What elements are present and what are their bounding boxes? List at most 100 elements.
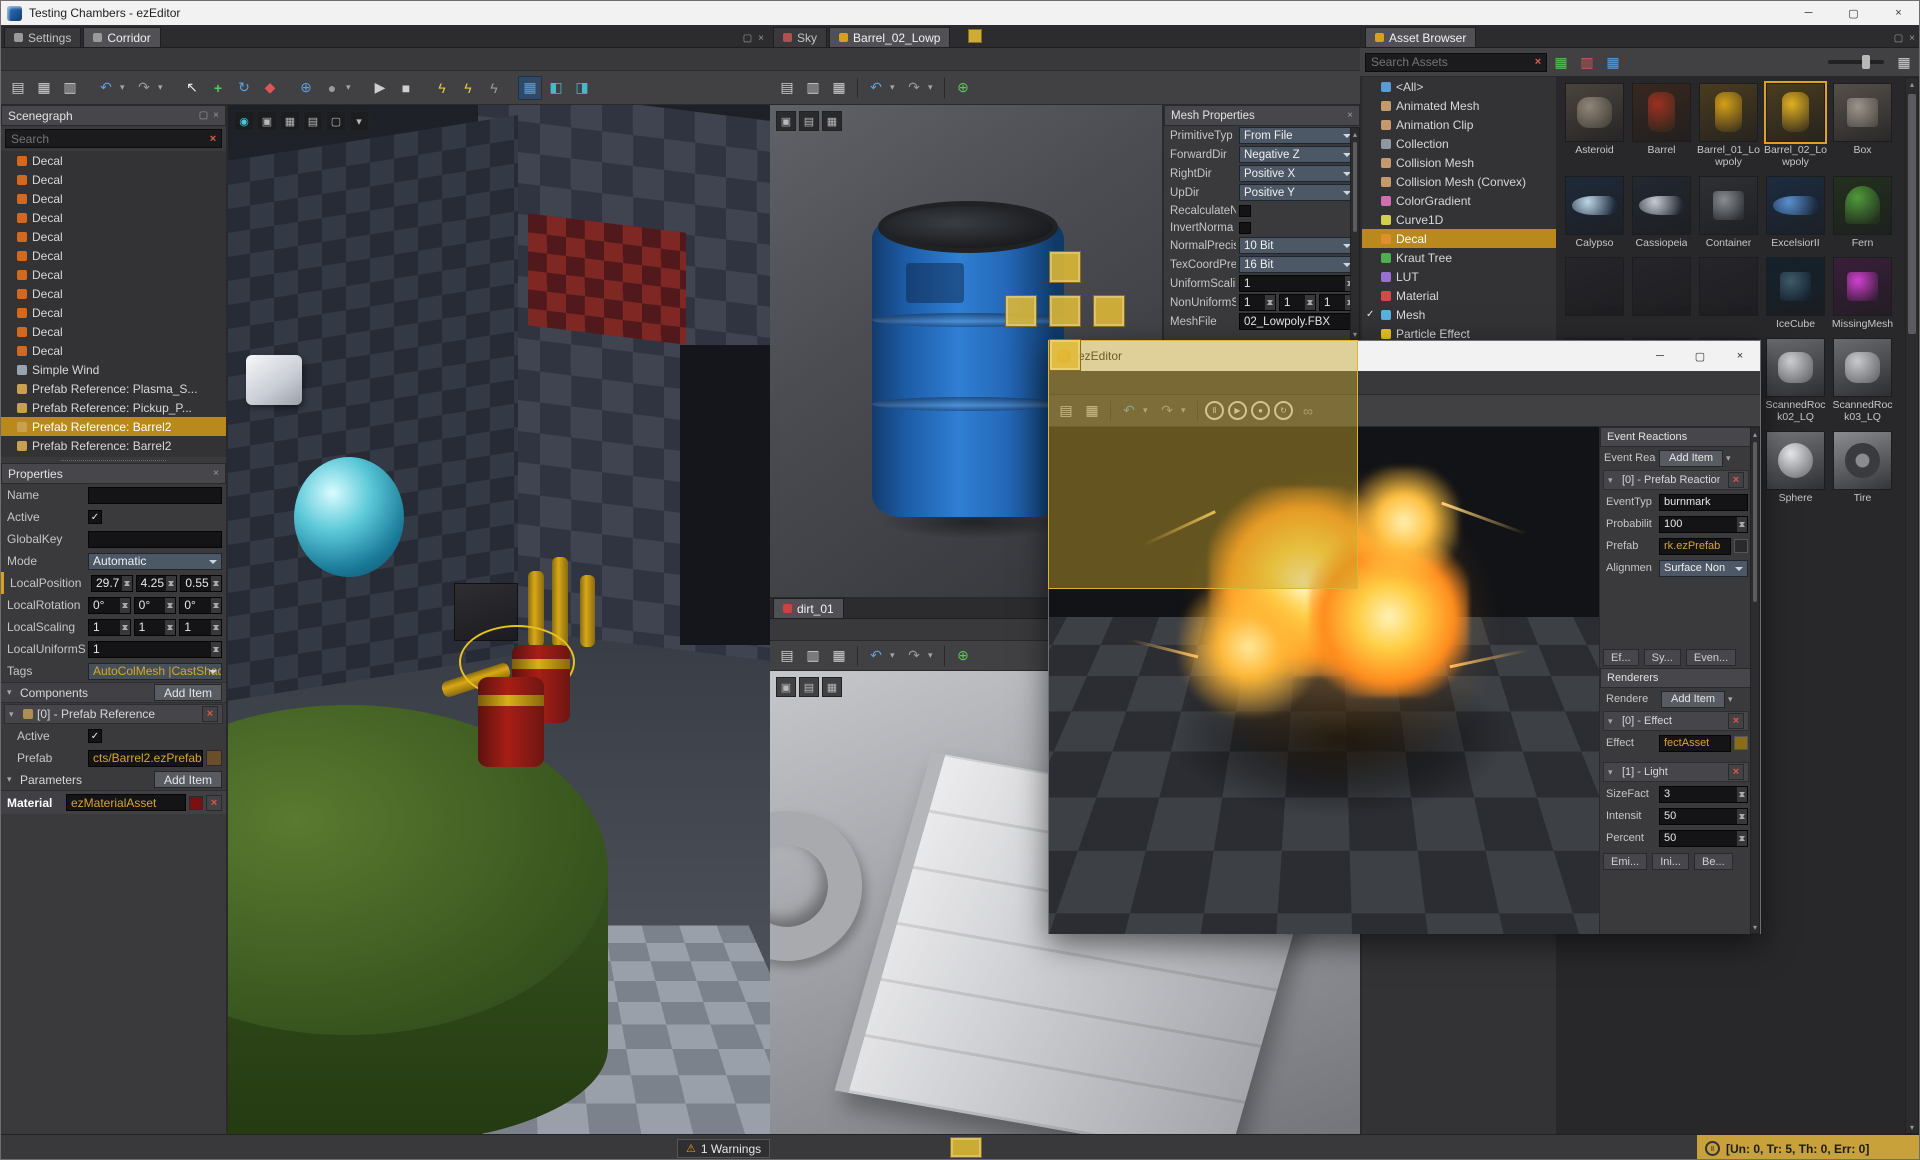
copy-icon[interactable]: ▥ (801, 76, 825, 100)
grid-toggle-icon[interactable]: ▦ (518, 75, 542, 100)
asset-filter-item[interactable]: Decal (1362, 229, 1556, 248)
menu[interactable] (117, 56, 133, 62)
undo-caret-icon[interactable]: ▾ (890, 82, 900, 93)
menu[interactable] (69, 56, 85, 62)
open-icon[interactable]: ▦ (827, 76, 851, 100)
asset-item[interactable]: ExcelsiorII (1763, 176, 1828, 249)
render-mode-icon[interactable]: ▣ (257, 111, 277, 131)
menu[interactable] (822, 56, 838, 62)
add-renderer-button[interactable]: Add Item (1661, 690, 1726, 708)
asset-filter-item[interactable]: Collision Mesh (1362, 153, 1556, 172)
menu[interactable] (806, 627, 822, 633)
remove-material-icon[interactable]: × (206, 794, 222, 811)
effect-renderer-group[interactable]: ▾ [0] - Effect × (1603, 711, 1749, 731)
dock-hint-right[interactable] (1093, 295, 1125, 327)
prefab-browse-button[interactable] (1734, 539, 1748, 553)
camera-icon[interactable]: ◉ (234, 111, 254, 131)
scenegraph-item[interactable]: Prefab Reference: Pickup_P... (1, 398, 226, 417)
search-input[interactable] (6, 131, 205, 146)
effect-asset-field[interactable]: fectAsset (1659, 734, 1731, 752)
scene-tab[interactable]: Settings (4, 27, 82, 47)
stop-icon[interactable]: ■ (394, 76, 418, 100)
scenegraph-item[interactable]: Decal (1, 322, 226, 341)
light-renderer-group[interactable]: ▾ [1] - Light × (1603, 762, 1749, 782)
scenegraph-item[interactable]: Decal (1, 265, 226, 284)
simulate-icon[interactable]: ϟ (430, 76, 454, 100)
dock-hint-bottom-bar[interactable] (950, 1137, 982, 1158)
nonuniform-x[interactable]: 1 (1239, 294, 1276, 311)
asset-item[interactable]: Barrel_02_Lowpoly (1763, 81, 1828, 168)
asset-item[interactable]: Asteroid (1562, 83, 1627, 168)
asset-filter-item[interactable]: Curve1D (1362, 210, 1556, 229)
prefab-browse-button[interactable] (206, 750, 222, 766)
asset-filter-item[interactable]: Collection (1362, 134, 1556, 153)
asset-item[interactable]: ScannedRock02_LQ (1763, 338, 1828, 423)
dock-hint-left[interactable] (1005, 295, 1037, 327)
asset-search[interactable]: × (1365, 52, 1547, 72)
menu[interactable] (822, 627, 838, 633)
up-dir-dropdown[interactable]: Positive Y (1239, 184, 1356, 201)
asset-item[interactable]: Cassiopeia (1629, 176, 1694, 249)
asset-item[interactable]: Barrel_01_Lowpoly (1696, 83, 1761, 168)
percent-spin[interactable]: 50 (1659, 829, 1748, 847)
forward-dir-dropdown[interactable]: Negative Z (1239, 146, 1356, 163)
asset-search-input[interactable] (1366, 55, 1530, 69)
scenegraph-item[interactable]: Prefab Reference: Barrel2 (1, 436, 226, 455)
asset-item[interactable]: Container (1696, 176, 1761, 249)
components-caret-icon[interactable]: ▾ (7, 687, 17, 698)
active-checkbox[interactable]: ✓ (88, 510, 102, 524)
redo-icon[interactable]: ↷ (902, 76, 926, 100)
rotate-tool-icon[interactable]: ↻ (232, 76, 256, 100)
scale-tool-icon[interactable]: ◆ (258, 76, 282, 100)
scenegraph-header[interactable]: Scenegraph ▢ × (1, 105, 226, 126)
warnings-button[interactable]: ⚠ 1 Warnings (677, 1139, 771, 1158)
texcoord-precision-dropdown[interactable]: 16 Bit (1239, 256, 1356, 273)
scenegraph-item[interactable]: Decal (1, 189, 226, 208)
remove-reaction-icon[interactable]: × (1728, 472, 1744, 488)
scenegraph-item[interactable]: Decal (1, 170, 226, 189)
add-caret-icon[interactable]: ▾ (1726, 453, 1736, 464)
asset-grid-scrollbar[interactable]: ▴ ▾ (1905, 77, 1919, 1134)
material-swatch[interactable] (189, 795, 203, 810)
material-field[interactable]: ezMaterialAsset (66, 794, 186, 811)
save-icon[interactable]: ▤ (6, 76, 30, 100)
save-icon[interactable]: ▤ (775, 76, 799, 100)
asset-item[interactable]: Calypso (1562, 176, 1627, 249)
rotation-x[interactable]: 0° (88, 596, 131, 614)
tab-behavior[interactable]: Be... (1694, 853, 1733, 870)
remove-renderer-icon[interactable]: × (1728, 764, 1744, 780)
dock-hint-top[interactable] (1049, 251, 1081, 283)
dock-hint-bottom[interactable] (1049, 339, 1081, 371)
menu[interactable] (53, 56, 69, 62)
mode-dropdown[interactable]: Automatic (88, 552, 222, 570)
world-space-icon[interactable]: ⊕ (294, 76, 318, 100)
asset-filter-item[interactable]: Material (1362, 286, 1556, 305)
tab-initializer[interactable]: Ini... (1652, 853, 1689, 870)
slider-handle[interactable] (1862, 55, 1870, 69)
snap-rotation-icon[interactable]: ◨ (570, 76, 594, 100)
mesh-properties-header[interactable]: Mesh Properties × (1164, 105, 1360, 126)
menu[interactable] (85, 56, 101, 62)
view-expand-icon[interactable]: ▤ (303, 111, 323, 131)
dock-hint-center[interactable] (1049, 295, 1081, 327)
scene-tab[interactable]: Corridor (83, 27, 161, 47)
invert-normals-checkbox[interactable] (1239, 221, 1251, 234)
asset-item[interactable]: MissingMesh (1830, 257, 1895, 330)
asset-item[interactable] (1629, 257, 1694, 330)
globalkey-field[interactable] (88, 530, 222, 548)
scenegraph-item[interactable]: Simple Wind (1, 360, 226, 379)
simulate-off-icon[interactable]: ϟ (482, 76, 506, 100)
prefab-reference-group[interactable]: ▾ [0] - Prefab Reference × (4, 704, 223, 724)
redo-caret-icon[interactable]: ▾ (158, 82, 168, 93)
redo-icon[interactable]: ↷ (132, 76, 156, 100)
open-icon[interactable]: ▦ (827, 644, 851, 668)
tab-emitter[interactable]: Emi... (1603, 853, 1648, 870)
search-clear-icon[interactable]: × (205, 131, 221, 147)
add-event-reaction-button[interactable]: Add Item (1659, 449, 1724, 467)
view1-icon[interactable]: ▣ (776, 677, 796, 697)
asset-filter-item[interactable]: <All> (1362, 77, 1556, 96)
menu[interactable] (774, 56, 790, 62)
tab-event-reactions[interactable]: Even... (1685, 649, 1737, 666)
alignment-dropdown[interactable]: Surface Non (1659, 559, 1748, 577)
menu[interactable] (101, 56, 117, 62)
